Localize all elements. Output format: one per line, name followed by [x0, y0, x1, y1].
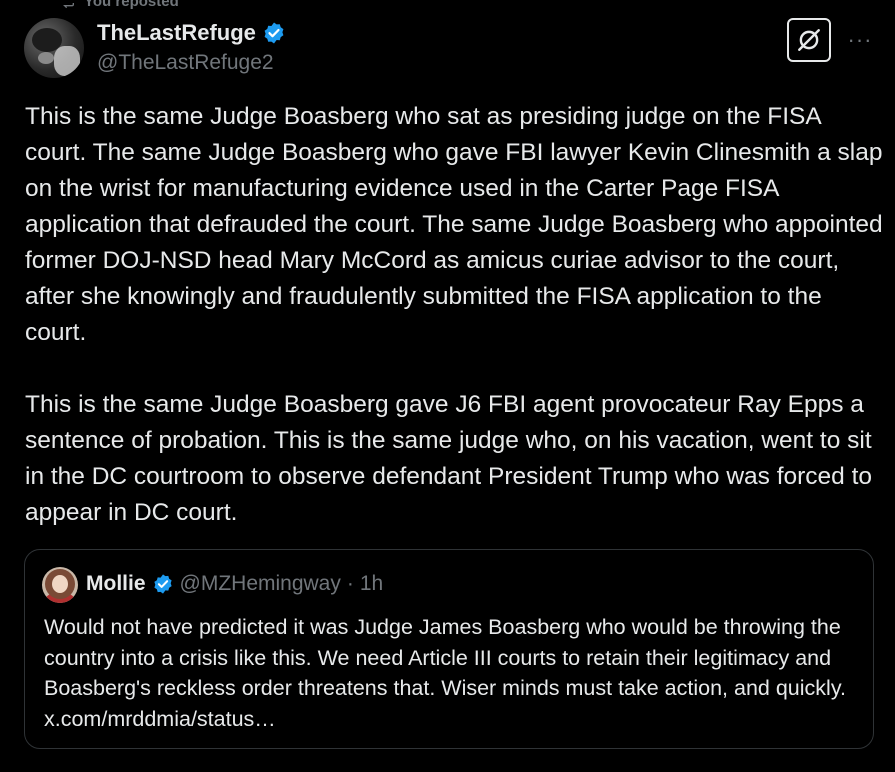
- post-paragraph: This is the same Judge Boasberg who sat …: [25, 103, 883, 346]
- post-paragraph: This is the same Judge Boasberg gave J6 …: [25, 391, 873, 526]
- quoted-post[interactable]: Mollie @MZHemingway · 1h Would not have …: [24, 549, 874, 749]
- grok-button[interactable]: [787, 18, 831, 62]
- repost-icon: [63, 3, 74, 9]
- verified-badge-icon[interactable]: [152, 573, 174, 595]
- author-handle[interactable]: @TheLastRefuge2: [97, 51, 274, 75]
- quote-text: Would not have predicted it was Judge Ja…: [44, 615, 846, 731]
- quote-separator: ·: [346, 572, 354, 595]
- avatar[interactable]: [24, 18, 84, 78]
- quote-avatar[interactable]: [42, 567, 78, 603]
- more-button[interactable]: ···: [846, 26, 874, 54]
- grok-icon: [798, 29, 820, 51]
- quote-timestamp[interactable]: 1h: [360, 572, 383, 596]
- more-icon: ···: [847, 27, 873, 52]
- quote-header: Mollie @MZHemingway · 1h: [86, 572, 383, 596]
- quote-handle[interactable]: @MZHemingway: [180, 572, 341, 596]
- verified-badge-icon[interactable]: [262, 21, 286, 45]
- repost-label: You reposted: [84, 0, 179, 10]
- repost-indicator[interactable]: You reposted: [60, 0, 179, 10]
- author-name-line: TheLastRefuge: [97, 20, 286, 46]
- post-text: This is the same Judge Boasberg who sat …: [25, 99, 885, 531]
- quote-display-name[interactable]: Mollie: [86, 572, 146, 596]
- author-display-name[interactable]: TheLastRefuge: [97, 20, 256, 46]
